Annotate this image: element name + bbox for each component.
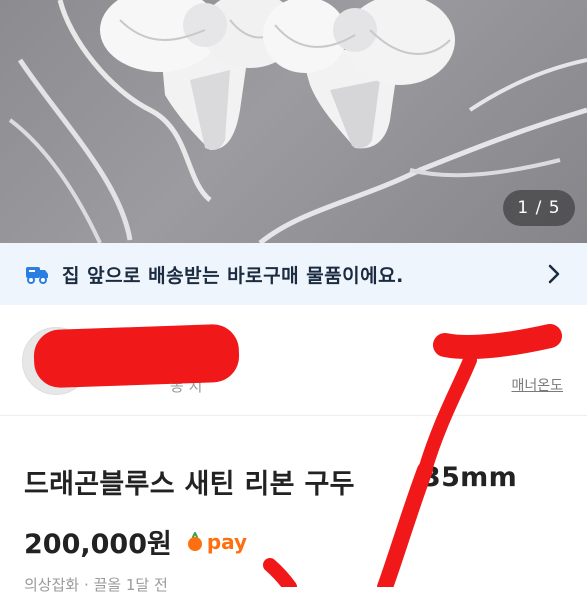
image-counter: 1 / 5 [503,190,575,226]
carrot-icon [187,531,202,551]
product-title-size: 35mm [422,462,518,493]
product-price: 200,000원 [24,529,172,560]
chevron-right-icon[interactable] [541,261,567,287]
product-title-text: 드래곤블루스 새틴 리본 구두 [24,469,355,500]
truck-icon [26,267,48,284]
direct-purchase-banner[interactable]: 집 앞으로 배송받는 바로구매 물품이에요. [0,243,587,305]
redaction-mark [33,323,240,389]
pay-label: pay [206,529,248,554]
satin-bow-shoes-image [8,0,587,243]
pay-badge: pay [186,530,247,554]
banner-text: 집 앞으로 배송받는 바로구매 물품이에요. [62,264,404,287]
price-row: 200,000원 pay [24,522,247,561]
category-time-text: 의상잡화 · 끌올 1달 전 [24,576,168,594]
product-photo[interactable]: 1 / 5 [0,0,587,243]
manner-temperature-link[interactable]: 매너온도 [511,375,563,395]
seller-profile[interactable]: 동 지 매너온도 [0,305,587,416]
product-title: 드래곤블루스 새틴 리본 구두 35mm [24,462,517,501]
